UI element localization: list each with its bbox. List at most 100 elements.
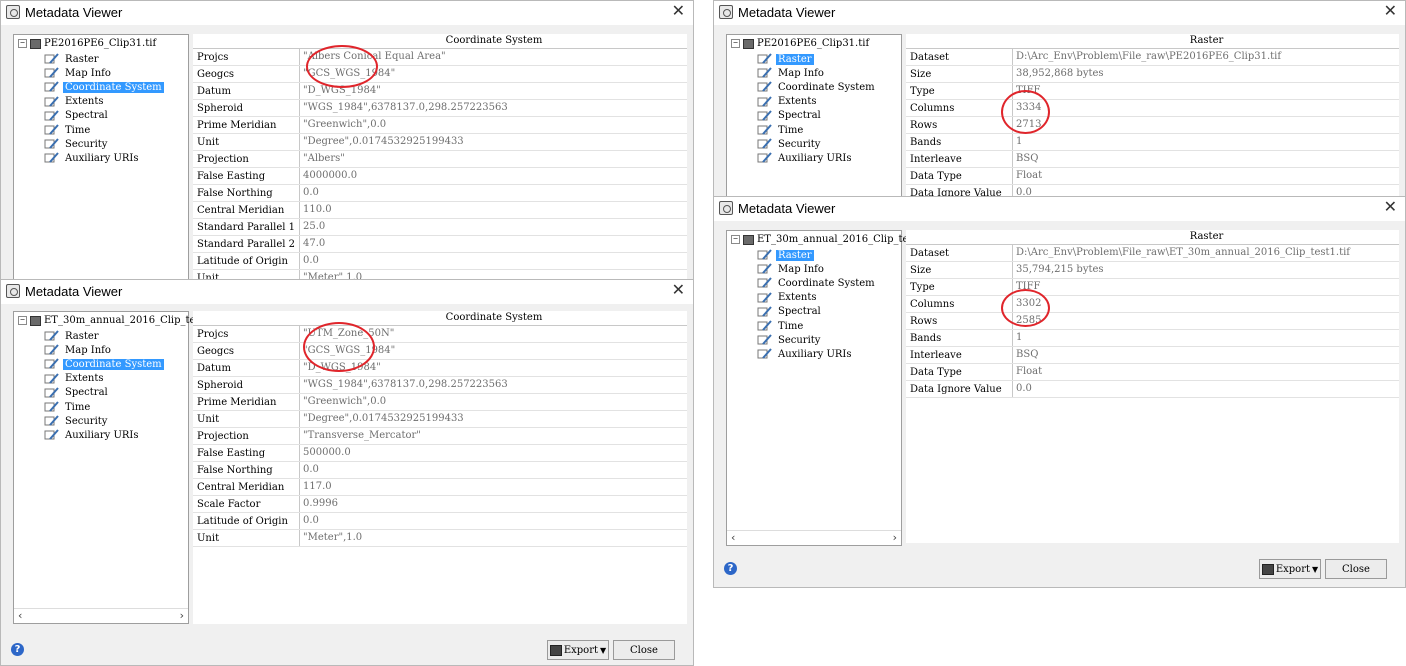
row-value[interactable]: Float (1012, 364, 1399, 380)
tree-item[interactable]: Extents (757, 95, 877, 109)
tree-item[interactable]: Extents (757, 291, 877, 305)
row-value[interactable]: "Meter",1.0 (299, 530, 687, 546)
collapse-icon[interactable]: − (18, 316, 27, 325)
tree-item[interactable]: Auxiliary URIs (44, 151, 164, 165)
tree-item[interactable]: Raster (44, 329, 164, 343)
row-value[interactable]: 500000.0 (299, 445, 687, 461)
tree-item[interactable]: Auxiliary URIs (757, 151, 877, 165)
tree-root[interactable]: − ET_30m_annual_2016_Clip_te (731, 234, 908, 245)
row-value[interactable]: "Greenwich",0.0 (299, 394, 687, 410)
collapse-icon[interactable]: − (731, 235, 740, 244)
close-icon[interactable]: ✕ (1384, 1, 1397, 20)
tree-item[interactable]: Coordinate System (757, 80, 877, 94)
tree-item[interactable]: Extents (44, 372, 164, 386)
row-value[interactable]: "Transverse_Mercator" (299, 428, 687, 444)
row-value[interactable]: 25.0 (299, 219, 687, 235)
tree-root[interactable]: − PE2016PE6_Clip31.tif (731, 38, 869, 49)
tree-item[interactable]: Security (44, 414, 164, 428)
metadata-tree[interactable]: − PE2016PE6_Clip31.tif Raster Map Info Coo… (13, 34, 189, 279)
close-icon[interactable]: ✕ (1384, 197, 1397, 216)
row-value[interactable]: 35,794,215 bytes (1012, 262, 1399, 278)
tree-item[interactable]: Time (757, 319, 877, 333)
row-value[interactable]: 3334 (1012, 100, 1399, 116)
collapse-icon[interactable]: − (731, 39, 740, 48)
row-value[interactable]: TIFF (1012, 83, 1399, 99)
tree-item[interactable]: Spectral (44, 386, 164, 400)
collapse-icon[interactable]: − (18, 39, 27, 48)
tree-root[interactable]: − ET_30m_annual_2016_Clip_te (18, 315, 195, 326)
help-icon[interactable]: ? (11, 643, 24, 656)
tree-item[interactable]: Extents (44, 95, 164, 109)
horizontal-scrollbar[interactable]: ‹ › (14, 608, 188, 623)
title-bar[interactable]: Metadata Viewer ✕ (714, 1, 1405, 25)
row-value[interactable]: 2585 (1012, 313, 1399, 329)
export-button[interactable]: Export ▼ (1259, 559, 1321, 579)
row-value[interactable]: 38,952,868 bytes (1012, 66, 1399, 82)
row-value[interactable]: 47.0 (299, 236, 687, 252)
row-value[interactable]: 0.0 (299, 513, 687, 529)
tree-item[interactable]: Security (757, 333, 877, 347)
tree-item[interactable]: Raster (757, 248, 877, 262)
tree-item[interactable]: Coordinate System (757, 276, 877, 290)
scroll-left-icon[interactable]: ‹ (18, 609, 22, 622)
export-button[interactable]: Export ▼ (547, 640, 609, 660)
scroll-right-icon[interactable]: › (893, 531, 897, 544)
row-value[interactable]: TIFF (1012, 279, 1399, 295)
close-button[interactable]: Close (613, 640, 675, 660)
row-value[interactable]: 2713 (1012, 117, 1399, 133)
metadata-tree[interactable]: − ET_30m_annual_2016_Clip_te Raster Map I… (726, 230, 908, 546)
row-value[interactable]: Float (1012, 168, 1399, 184)
tree-root[interactable]: − PE2016PE6_Clip31.tif (18, 38, 156, 49)
tree-item[interactable]: Spectral (757, 109, 877, 123)
row-value[interactable]: "Degree",0.0174532925199433 (299, 411, 687, 427)
horizontal-scrollbar[interactable]: ‹ › (727, 530, 901, 545)
row-value[interactable]: 3302 (1012, 296, 1399, 312)
tree-item[interactable]: Auxiliary URIs (757, 347, 877, 361)
row-value[interactable]: BSQ (1012, 151, 1399, 167)
row-value[interactable]: 0.0 (1012, 381, 1399, 397)
close-icon[interactable]: ✕ (672, 1, 685, 20)
tree-item[interactable]: Time (44, 400, 164, 414)
row-value[interactable]: "WGS_1984",6378137.0,298.257223563 (299, 100, 687, 116)
tree-item[interactable]: Raster (44, 52, 164, 66)
row-value[interactable]: "Albers" (299, 151, 687, 167)
title-bar[interactable]: Metadata Viewer ✕ (714, 197, 1405, 221)
row-value[interactable]: 117.0 (299, 479, 687, 495)
row-value[interactable]: BSQ (1012, 347, 1399, 363)
help-icon[interactable]: ? (724, 562, 737, 575)
row-value[interactable]: 110.0 (299, 202, 687, 218)
tree-item[interactable]: Security (44, 137, 164, 151)
tree-item[interactable]: Map Info (757, 262, 877, 276)
metadata-tree[interactable]: − ET_30m_annual_2016_Clip_te Raster Map I… (13, 311, 195, 624)
tree-item[interactable]: Spectral (757, 305, 877, 319)
row-value[interactable]: "Degree",0.0174532925199433 (299, 134, 687, 150)
tree-item[interactable]: Coordinate System (44, 80, 164, 94)
row-value[interactable]: 0.0 (299, 185, 687, 201)
metadata-tree[interactable]: − PE2016PE6_Clip31.tif Raster Map Info Coo… (726, 34, 902, 196)
tree-item[interactable]: Coordinate System (44, 357, 164, 371)
row-value[interactable]: "Greenwich",0.0 (299, 117, 687, 133)
row-value[interactable]: D:\Arc_Env\Problem\File_raw\ET_30m_annua… (1012, 245, 1399, 261)
row-value[interactable]: 0.0 (299, 462, 687, 478)
row-value[interactable]: 4000000.0 (299, 168, 687, 184)
row-value[interactable]: "WGS_1984",6378137.0,298.257223563 (299, 377, 687, 393)
scroll-right-icon[interactable]: › (180, 609, 184, 622)
row-value[interactable]: D:\Arc_Env\Problem\File_raw\PE2016PE6_Cl… (1012, 49, 1399, 65)
tree-item[interactable]: Map Info (44, 343, 164, 357)
tree-item[interactable]: Security (757, 137, 877, 151)
tree-item[interactable]: Spectral (44, 109, 164, 123)
title-bar[interactable]: Metadata Viewer ✕ (1, 280, 693, 304)
tree-item[interactable]: Raster (757, 52, 877, 66)
scroll-left-icon[interactable]: ‹ (731, 531, 735, 544)
tree-item[interactable]: Time (757, 123, 877, 137)
title-bar[interactable]: Metadata Viewer ✕ (1, 1, 693, 25)
close-icon[interactable]: ✕ (672, 280, 685, 299)
tree-item[interactable]: Auxiliary URIs (44, 428, 164, 442)
row-value[interactable]: 0.0 (299, 253, 687, 269)
row-value[interactable]: 1 (1012, 330, 1399, 346)
row-value[interactable]: 0.9996 (299, 496, 687, 512)
tree-item[interactable]: Time (44, 123, 164, 137)
close-button[interactable]: Close (1325, 559, 1387, 579)
row-value[interactable]: 1 (1012, 134, 1399, 150)
tree-item[interactable]: Map Info (44, 66, 164, 80)
